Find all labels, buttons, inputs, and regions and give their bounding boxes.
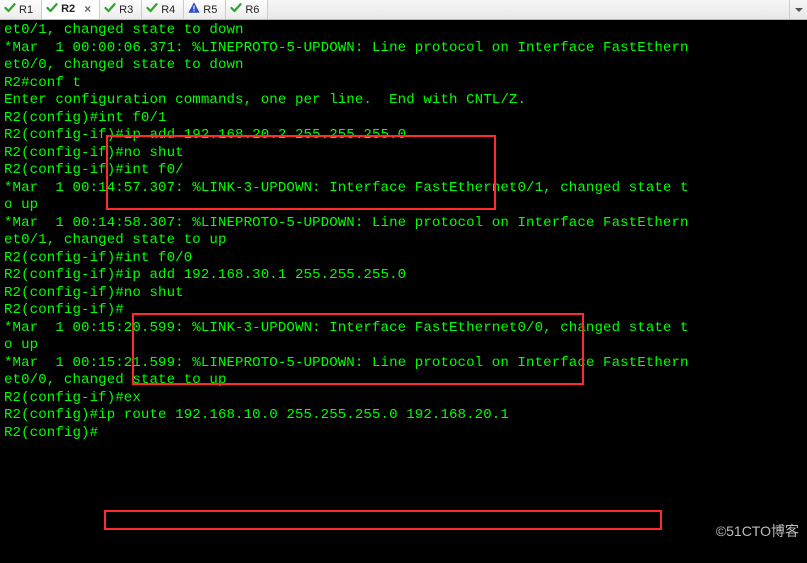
terminal-line: et0/1, changed state to up xyxy=(4,232,803,250)
tab-bar: R1 R2 × R3 R4 R5 R6 xyxy=(0,0,807,20)
check-icon xyxy=(46,2,58,17)
tab-label: R2 xyxy=(61,3,75,15)
close-icon[interactable]: × xyxy=(84,3,91,15)
warning-icon xyxy=(188,2,200,17)
terminal-line: R2(config-if)#ip add 192.168.30.1 255.25… xyxy=(4,267,803,285)
terminal-line: R2(config-if)#ip add 192.168.20.2 255.25… xyxy=(4,127,803,145)
terminal-line: et0/1, changed state to down xyxy=(4,22,803,40)
terminal-line: R2#conf t xyxy=(4,75,803,93)
tab-r4[interactable]: R4 xyxy=(142,0,184,19)
terminal-line: et0/0, changed state to up xyxy=(4,372,803,390)
terminal-line: *Mar 1 00:14:57.307: %LINK-3-UPDOWN: Int… xyxy=(4,180,803,198)
terminal-line: R2(config)#ip route 192.168.10.0 255.255… xyxy=(4,407,803,425)
terminal-line: o up xyxy=(4,337,803,355)
tab-r2[interactable]: R2 × xyxy=(42,0,100,19)
terminal-line: R2(config)#int f0/1 xyxy=(4,110,803,128)
terminal-line: R2(config-if)# xyxy=(4,302,803,320)
terminal-line: R2(config-if)#int f0/ xyxy=(4,162,803,180)
terminal-line: et0/0, changed state to down xyxy=(4,57,803,75)
tab-r1[interactable]: R1 xyxy=(0,0,42,19)
terminal-line: R2(config-if)#no shut xyxy=(4,285,803,303)
terminal-output[interactable]: et0/1, changed state to down*Mar 1 00:00… xyxy=(0,20,807,563)
terminal-line: *Mar 1 00:14:58.307: %LINEPROTO-5-UPDOWN… xyxy=(4,215,803,233)
terminal-line: Enter configuration commands, one per li… xyxy=(4,92,803,110)
tab-label: R1 xyxy=(19,4,33,16)
tab-label: R6 xyxy=(245,4,259,16)
terminal-line: R2(config-if)#ex xyxy=(4,390,803,408)
tab-r3[interactable]: R3 xyxy=(100,0,142,19)
tab-label: R4 xyxy=(161,4,175,16)
tab-r6[interactable]: R6 xyxy=(226,0,268,19)
terminal-line: R2(config-if)#no shut xyxy=(4,145,803,163)
check-icon xyxy=(104,2,116,17)
terminal-line: *Mar 1 00:15:21.599: %LINEPROTO-5-UPDOWN… xyxy=(4,355,803,373)
check-icon xyxy=(230,2,242,17)
terminal-line: R2(config-if)#int f0/0 xyxy=(4,250,803,268)
tab-label: R3 xyxy=(119,4,133,16)
tab-r5[interactable]: R5 xyxy=(184,0,226,19)
check-icon xyxy=(146,2,158,17)
tab-overflow-button[interactable] xyxy=(789,0,807,19)
terminal-line: o up xyxy=(4,197,803,215)
terminal-line: *Mar 1 00:15:20.599: %LINK-3-UPDOWN: Int… xyxy=(4,320,803,338)
terminal-line: *Mar 1 00:00:06.371: %LINEPROTO-5-UPDOWN… xyxy=(4,40,803,58)
terminal-line: R2(config)# xyxy=(4,425,803,443)
tab-label: R5 xyxy=(203,4,217,16)
check-icon xyxy=(4,2,16,17)
watermark: ©51CTO博客 xyxy=(716,521,799,541)
